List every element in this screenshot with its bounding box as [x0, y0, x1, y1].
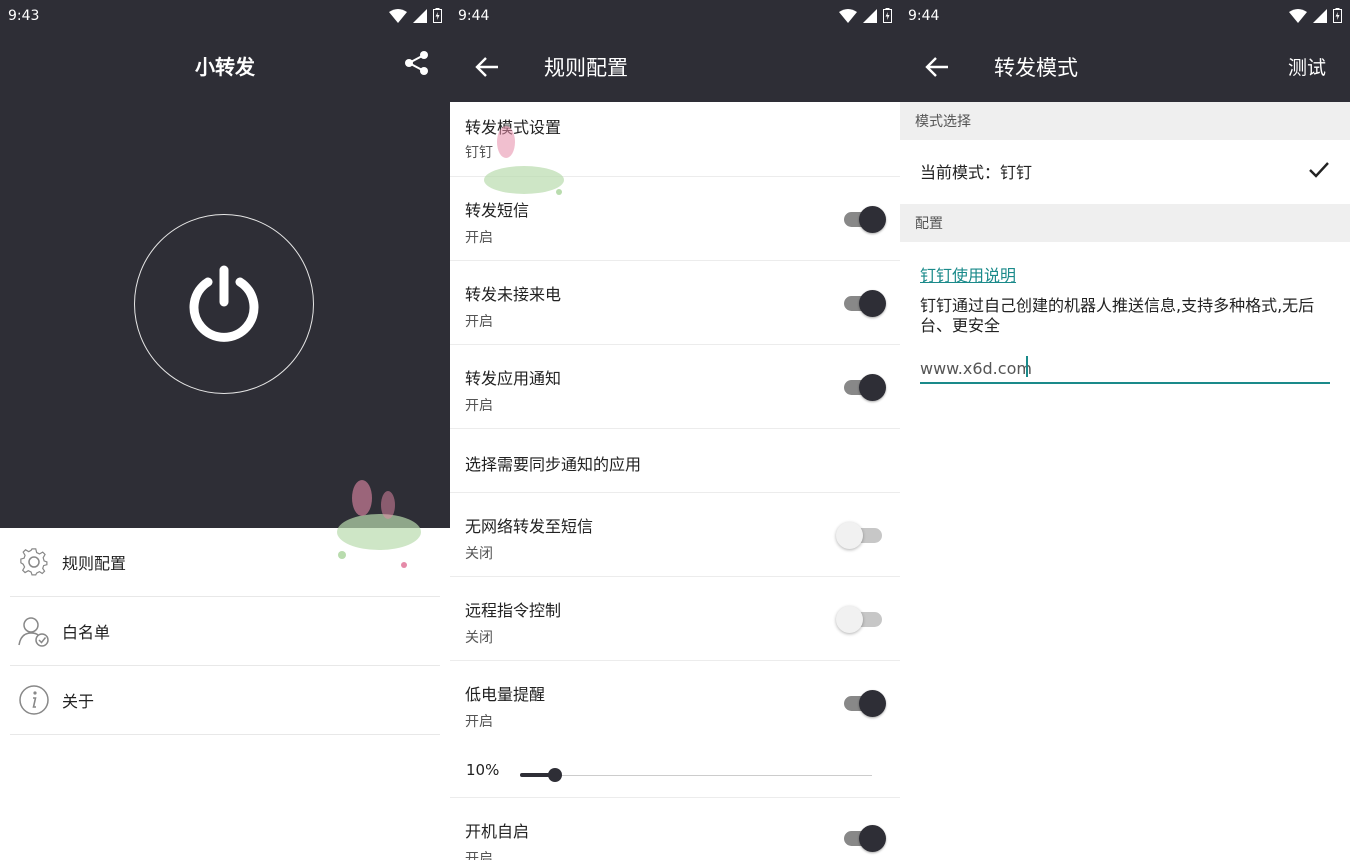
setting-forward-app-notification[interactable]: 转发应用通知 开启: [450, 345, 900, 429]
setting-auto-start[interactable]: 开机自启 开启: [450, 798, 900, 860]
status-bar: 9:44: [450, 0, 900, 31]
status-time: 9:44: [908, 7, 940, 24]
toggle-switch[interactable]: [840, 823, 886, 853]
arrow-left-icon: [925, 56, 948, 77]
status-bar: 9:44: [900, 0, 1350, 31]
setting-offline-sms[interactable]: 无网络转发至短信 关闭: [450, 493, 900, 577]
section-header-config: 配置: [900, 204, 1350, 242]
mode-description: 钉钉通过自己创建的机器人推送信息,支持多种格式,无后台、更安全: [920, 296, 1315, 335]
setting-remote-control[interactable]: 远程指令控制 关闭: [450, 577, 900, 661]
setting-value: 开启: [465, 714, 493, 730]
current-mode-label: 当前模式：钉钉: [920, 163, 1033, 182]
setting-forward-sms[interactable]: 转发短信 开启: [450, 177, 900, 261]
signal-icon: [413, 8, 427, 23]
power-icon: [189, 265, 259, 342]
setting-value: 钉钉: [465, 145, 493, 161]
menu-item-label: 白名单: [62, 623, 111, 642]
setting-value: 开启: [465, 314, 493, 330]
share-icon[interactable]: [404, 50, 430, 76]
text-cursor: [1026, 356, 1028, 377]
wifi-icon: [839, 8, 857, 23]
slider-track: [520, 775, 872, 776]
status-time: 9:43: [8, 7, 40, 24]
arrow-left-icon: [475, 56, 498, 77]
setting-title: 开机自启: [465, 822, 530, 841]
setting-forward-missed-call[interactable]: 转发未接来电 开启: [450, 261, 900, 345]
forward-mode-screen: 9:44 转发模式 测试 模式选择 当前模式：钉钉 配置 钉钉使用说明 钉钉通过…: [900, 0, 1350, 860]
menu-item-label: 关于: [62, 692, 95, 711]
power-panel: 小转发: [0, 31, 450, 528]
toolbar: 转发模式 测试: [900, 31, 1350, 102]
setting-title: 远程指令控制: [465, 601, 562, 620]
setting-forward-mode[interactable]: 转发模式设置 钉钉: [450, 102, 900, 177]
wifi-icon: [1289, 8, 1307, 23]
toolbar: 规则配置: [450, 31, 900, 102]
setting-value: 开启: [465, 851, 493, 860]
menu-item-whitelist[interactable]: 白名单: [10, 597, 440, 666]
toggle-switch[interactable]: [836, 520, 886, 550]
power-button[interactable]: [134, 214, 314, 394]
battery-icon: [433, 8, 442, 23]
main-menu: 规则配置 白名单 关于: [10, 528, 440, 735]
status-icons: [839, 8, 892, 23]
main-screen: 9:43 小转发 规则配置 白名单 关于: [0, 0, 450, 860]
setting-title: 转发短信: [465, 201, 530, 220]
webhook-input[interactable]: [920, 354, 1330, 384]
battery-icon: [1333, 8, 1342, 23]
status-time: 9:44: [458, 7, 490, 24]
setting-title: 转发应用通知: [465, 369, 562, 388]
user-check-icon: [18, 615, 50, 647]
back-button[interactable]: [472, 52, 502, 82]
setting-value: 开启: [465, 230, 493, 246]
slider-handle[interactable]: [548, 768, 562, 782]
check-icon: [1309, 162, 1329, 178]
rules-screen: 9:44 规则配置 转发模式设置 钉钉 转发短信 开启 转发未接来电 开启 转发…: [450, 0, 900, 860]
setting-value: 关闭: [465, 546, 493, 562]
test-button[interactable]: 测试: [1288, 53, 1326, 80]
toggle-switch[interactable]: [840, 204, 886, 234]
page-title: 转发模式: [994, 55, 1078, 80]
battery-threshold-slider[interactable]: 10%: [450, 737, 900, 798]
help-link[interactable]: 钉钉使用说明: [920, 262, 1016, 286]
settings-list: 转发模式设置 钉钉 转发短信 开启 转发未接来电 开启 转发应用通知 开启 选择…: [450, 102, 900, 860]
slider-value: 10%: [466, 761, 500, 779]
gear-icon: [18, 546, 50, 578]
status-icons: [1289, 8, 1342, 23]
setting-title: 无网络转发至短信: [465, 517, 594, 536]
wifi-icon: [389, 8, 407, 23]
setting-title: 转发模式设置: [465, 118, 562, 137]
setting-title: 转发未接来电: [465, 285, 562, 304]
toggle-switch[interactable]: [840, 288, 886, 318]
menu-item-about[interactable]: 关于: [10, 666, 440, 735]
current-mode-row[interactable]: 当前模式：钉钉: [900, 139, 1350, 203]
toggle-switch[interactable]: [840, 688, 886, 718]
toggle-switch[interactable]: [840, 372, 886, 402]
status-icons: [389, 8, 442, 23]
status-bar: 9:43: [0, 0, 450, 31]
menu-item-label: 规则配置: [62, 554, 127, 573]
setting-low-battery[interactable]: 低电量提醒 开启: [450, 661, 900, 737]
signal-icon: [863, 8, 877, 23]
back-button[interactable]: [922, 52, 952, 82]
setting-value: 开启: [465, 398, 493, 414]
setting-title: 低电量提醒: [465, 685, 546, 704]
info-icon: [18, 684, 50, 716]
battery-icon: [883, 8, 892, 23]
page-title: 规则配置: [544, 55, 628, 80]
menu-item-rules[interactable]: 规则配置: [10, 528, 440, 597]
signal-icon: [1313, 8, 1327, 23]
setting-title: 选择需要同步通知的应用: [465, 455, 642, 474]
section-header-mode: 模式选择: [900, 102, 1350, 140]
setting-value: 关闭: [465, 630, 493, 646]
toggle-switch[interactable]: [836, 604, 886, 634]
app-title: 小转发: [195, 55, 255, 79]
setting-select-apps[interactable]: 选择需要同步通知的应用: [450, 429, 900, 493]
